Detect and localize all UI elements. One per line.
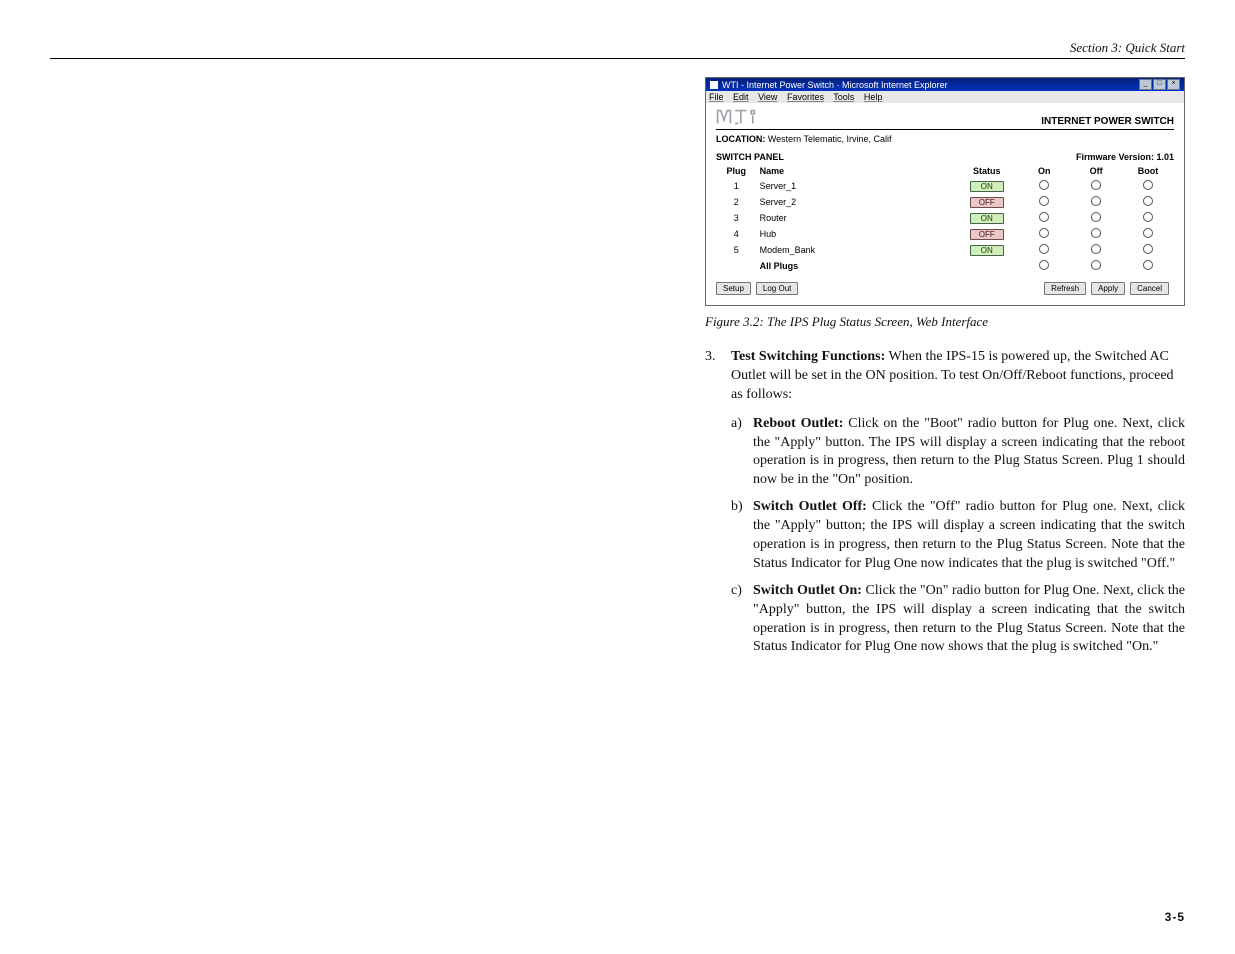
radio-all-boot[interactable] — [1143, 260, 1153, 270]
apply-button[interactable]: Apply — [1091, 282, 1125, 295]
page-content: INTERNET POWER SWITCH LOCATION: Western … — [706, 103, 1184, 305]
cell-name: Server_1 — [757, 178, 956, 194]
cell-name: Router — [757, 210, 956, 226]
window-title-bar: WTI - Internet Power Switch · Microsoft … — [706, 78, 1184, 91]
radio-off-plug4[interactable] — [1091, 228, 1101, 238]
cell-plug: 1 — [716, 178, 757, 194]
radio-boot-plug1[interactable] — [1143, 180, 1153, 190]
col-status: Status — [955, 164, 1018, 178]
status-badge: OFF — [970, 229, 1004, 240]
setup-button[interactable]: Setup — [716, 282, 751, 295]
wti-logo — [716, 109, 764, 127]
radio-off-plug3[interactable] — [1091, 212, 1101, 222]
page-number: 3-5 — [1165, 910, 1185, 924]
cell-plug: 5 — [716, 242, 757, 258]
app-icon — [710, 81, 718, 89]
page-header: Section 3: Quick Start — [50, 40, 1185, 59]
radio-on-plug1[interactable] — [1039, 180, 1049, 190]
step-title: Test Switching Functions: — [731, 349, 885, 364]
cancel-button[interactable]: Cancel — [1130, 282, 1169, 295]
close-icon[interactable]: × — [1167, 79, 1180, 90]
radio-all-on[interactable] — [1039, 260, 1049, 270]
body-text: 3. Test Switching Functions: When the IP… — [705, 348, 1185, 657]
menu-file[interactable]: File — [709, 92, 724, 102]
cell-plug: 4 — [716, 226, 757, 242]
radio-on-plug5[interactable] — [1039, 244, 1049, 254]
radio-off-plug5[interactable] — [1091, 244, 1101, 254]
logout-button[interactable]: Log Out — [756, 282, 798, 295]
cell-plug: 3 — [716, 210, 757, 226]
all-plugs-row: All Plugs — [716, 258, 1174, 274]
table-row: 5Modem_Bank ON — [716, 242, 1174, 258]
radio-all-off[interactable] — [1091, 260, 1101, 270]
location-row: LOCATION: Western Telematic, Irvine, Cal… — [716, 134, 1174, 144]
switch-panel-title: SWITCH PANEL — [716, 152, 784, 162]
window-title: WTI - Internet Power Switch · Microsoft … — [722, 80, 948, 90]
table-row: 4Hub OFF — [716, 226, 1174, 242]
minimize-icon[interactable]: _ — [1139, 79, 1152, 90]
figure-caption: Figure 3.2: The IPS Plug Status Screen, … — [705, 314, 1185, 330]
table-row: 1Server_1 ON — [716, 178, 1174, 194]
radio-off-plug1[interactable] — [1091, 180, 1101, 190]
sub-step: b)Switch Outlet Off: Click the "Off" rad… — [731, 498, 1185, 574]
menu-tools[interactable]: Tools — [833, 92, 854, 102]
radio-on-plug2[interactable] — [1039, 196, 1049, 206]
figure-3-2: WTI - Internet Power Switch · Microsoft … — [705, 77, 1185, 306]
switch-table: Plug Name Status On Off Boot 1Server_1 ON… — [716, 164, 1174, 274]
radio-boot-plug4[interactable] — [1143, 228, 1153, 238]
radio-boot-plug3[interactable] — [1143, 212, 1153, 222]
sub-title: Switch Outlet Off: — [753, 499, 867, 514]
radio-off-plug2[interactable] — [1091, 196, 1101, 206]
menu-bar: File Edit View Favorites Tools Help — [706, 91, 1184, 103]
menu-favorites[interactable]: Favorites — [787, 92, 824, 102]
table-row: 3Router ON — [716, 210, 1174, 226]
product-title: INTERNET POWER SWITCH — [1041, 116, 1174, 127]
firmware-version: Firmware Version: 1.01 — [1076, 152, 1174, 162]
status-badge: ON — [970, 181, 1004, 192]
cell-name: Server_2 — [757, 194, 956, 210]
cell-plug: 2 — [716, 194, 757, 210]
browser-window: WTI - Internet Power Switch · Microsoft … — [705, 77, 1185, 306]
sub-step: a)Reboot Outlet: Click on the "Boot" rad… — [731, 415, 1185, 491]
col-boot: Boot — [1122, 164, 1174, 178]
col-on: On — [1018, 164, 1070, 178]
cell-name: Hub — [757, 226, 956, 242]
status-badge: ON — [970, 245, 1004, 256]
step-3: 3. Test Switching Functions: When the IP… — [705, 348, 1185, 405]
maximize-icon[interactable]: □ — [1153, 79, 1166, 90]
sub-label: a) — [731, 415, 753, 491]
window-controls: _ □ × — [1138, 79, 1180, 90]
menu-help[interactable]: Help — [864, 92, 883, 102]
col-name: Name — [757, 164, 956, 178]
table-row: 2Server_2 OFF — [716, 194, 1174, 210]
section-label: Section 3: Quick Start — [1070, 40, 1185, 55]
menu-edit[interactable]: Edit — [733, 92, 749, 102]
all-plugs-label: All Plugs — [760, 261, 799, 271]
sub-title: Switch Outlet On: — [753, 583, 862, 598]
refresh-button[interactable]: Refresh — [1044, 282, 1086, 295]
col-off: Off — [1070, 164, 1122, 178]
radio-on-plug4[interactable] — [1039, 228, 1049, 238]
radio-boot-plug2[interactable] — [1143, 196, 1153, 206]
step-number: 3. — [705, 348, 731, 405]
col-plug: Plug — [716, 164, 757, 178]
location-value: Western Telematic, Irvine, Calif — [768, 134, 892, 144]
cell-name: Modem_Bank — [757, 242, 956, 258]
sub-label: c) — [731, 582, 753, 658]
radio-boot-plug5[interactable] — [1143, 244, 1153, 254]
status-badge: ON — [970, 213, 1004, 224]
sub-title: Reboot Outlet: — [753, 416, 843, 431]
radio-on-plug3[interactable] — [1039, 212, 1049, 222]
location-label: LOCATION: — [716, 134, 765, 144]
sub-step: c)Switch Outlet On: Click the "On" radio… — [731, 582, 1185, 658]
menu-view[interactable]: View — [758, 92, 777, 102]
sub-label: b) — [731, 498, 753, 574]
status-badge: OFF — [970, 197, 1004, 208]
